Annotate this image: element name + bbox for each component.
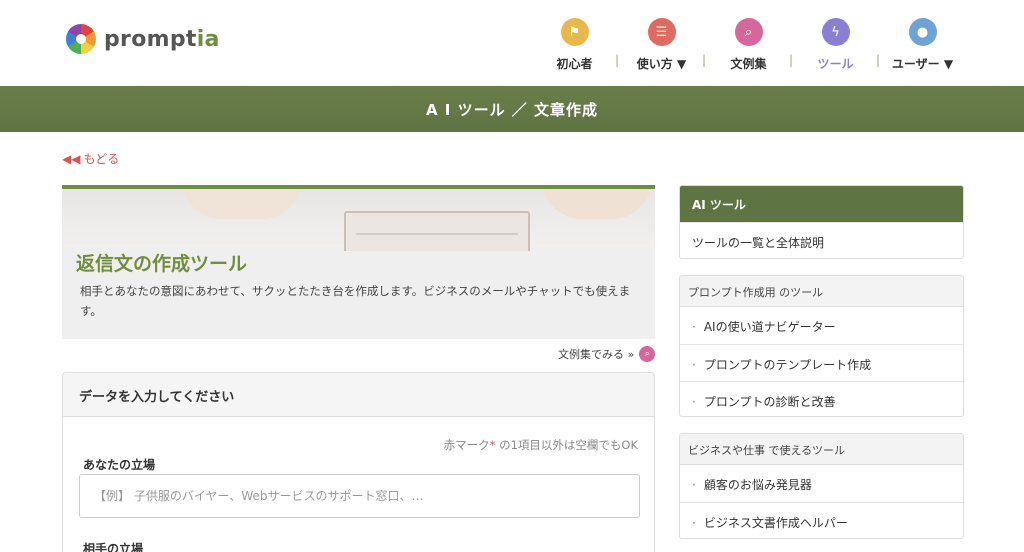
- nav-item-usage[interactable]: ☰ 使い方 ▼: [615, 18, 705, 72]
- tool-hero: 返信文の作成ツール 相手とあなたの意図にあわせて、サクッとたたき台を作成します。…: [62, 185, 655, 339]
- nav-item-beginner[interactable]: ⚑ 初心者: [531, 18, 618, 72]
- your-position-input[interactable]: [79, 474, 640, 518]
- sidebar-item-template[interactable]: · プロンプトのテンプレート作成: [680, 344, 963, 381]
- search-icon: ⌕: [734, 18, 763, 46]
- flag-icon: ⚑: [560, 18, 589, 46]
- hero-image: [62, 189, 655, 251]
- required-note: 赤マーク* の1項目以外は空欄でもOK: [443, 438, 638, 452]
- sidebar-prompt-tools: プロンプト作成用 のツール · AIの使い道ナビゲーター · プロンプトのテンプレー…: [679, 275, 964, 417]
- page-title-band: A I ツール ／ 文章作成: [0, 86, 1024, 132]
- nav-item-user[interactable]: ● ユーザー ▼: [876, 18, 966, 72]
- envelope-icon: [344, 211, 530, 251]
- double-chevron-left-icon: ◀◀: [62, 151, 81, 166]
- page-title: A I ツール ／ 文章作成: [425, 100, 599, 119]
- nav-label: ツール: [817, 57, 854, 71]
- sidebar-heading: ビジネスや仕事 で使えるツール: [680, 434, 963, 465]
- sidebar-heading: プロンプト作成用 のツール: [680, 276, 963, 307]
- hero-hand-right: [542, 189, 652, 219]
- bullet-icon: ·: [692, 395, 696, 409]
- sidebar-business-tools: ビジネスや仕事 で使えるツール · 顧客のお悩み発見器 · ビジネス文書作成ヘルパー: [679, 433, 964, 539]
- examples-link[interactable]: 文例集でみる » ⌕: [558, 346, 656, 362]
- nav-label: ユーザー ▼: [891, 57, 954, 71]
- lightning-icon: ϟ: [821, 18, 850, 46]
- user-icon: ●: [908, 18, 937, 46]
- tool-title: 返信文の作成ツール: [76, 253, 248, 275]
- logo-text: promptia: [104, 26, 220, 52]
- examples-link-label: 文例集でみる »: [558, 348, 635, 361]
- bullet-icon: ·: [692, 320, 696, 334]
- sidebar-item-navigator[interactable]: · AIの使い道ナビゲーター: [680, 307, 963, 344]
- field-label-their-position: 相手の立場: [83, 542, 144, 552]
- back-link[interactable]: ◀◀ もどる: [62, 150, 119, 167]
- field-label-your-position: あなたの立場: [83, 458, 156, 472]
- sidebar-heading: AI ツール: [680, 186, 963, 222]
- site-logo[interactable]: promptia: [66, 24, 220, 54]
- nav-label: 使い方 ▼: [636, 57, 687, 71]
- tool-description: 相手とあなたの意図にあわせて、サクッとたたき台を作成します。ビジネスのメールやチ…: [80, 284, 631, 318]
- list-icon: ☰: [647, 18, 676, 46]
- nav-label: 初心者: [556, 57, 593, 71]
- sidebar-item-customer-finder[interactable]: · 顧客のお悩み発見器: [680, 465, 963, 502]
- search-icon: ⌕: [639, 346, 656, 362]
- main-nav: ⚑ 初心者 ☰ 使い方 ▼ ⌕ 文例集 ϟ ツール ● ユーザー ▼: [531, 18, 966, 72]
- sidebar-item-diagnosis[interactable]: · プロンプトの診断と改善: [680, 381, 963, 416]
- sidebar-item-business-doc[interactable]: · ビジネス文書作成ヘルパー: [680, 502, 963, 538]
- nav-item-tools[interactable]: ϟ ツール: [789, 18, 879, 72]
- logo-mark-icon: [66, 24, 96, 54]
- bullet-icon: ·: [692, 358, 696, 372]
- sidebar-ai-tools: AI ツール ツールの一覧と全体説明: [679, 185, 964, 259]
- nav-label: 文例集: [730, 57, 767, 71]
- sidebar-item-tool-list[interactable]: ツールの一覧と全体説明: [680, 222, 963, 258]
- nav-item-examples[interactable]: ⌕ 文例集: [702, 18, 792, 72]
- input-form-card: データを入力してください 赤マーク* の1項目以外は空欄でもOK あなたの立場 …: [62, 372, 655, 552]
- back-link-label: もどる: [83, 152, 120, 166]
- bullet-icon: ·: [692, 516, 696, 530]
- hero-hand-left: [182, 189, 302, 219]
- bullet-icon: ·: [692, 478, 696, 492]
- site-header: promptia ⚑ 初心者 ☰ 使い方 ▼ ⌕ 文例集 ϟ ツール ● ユーザ…: [0, 0, 1024, 86]
- form-heading: データを入力してください: [63, 373, 654, 417]
